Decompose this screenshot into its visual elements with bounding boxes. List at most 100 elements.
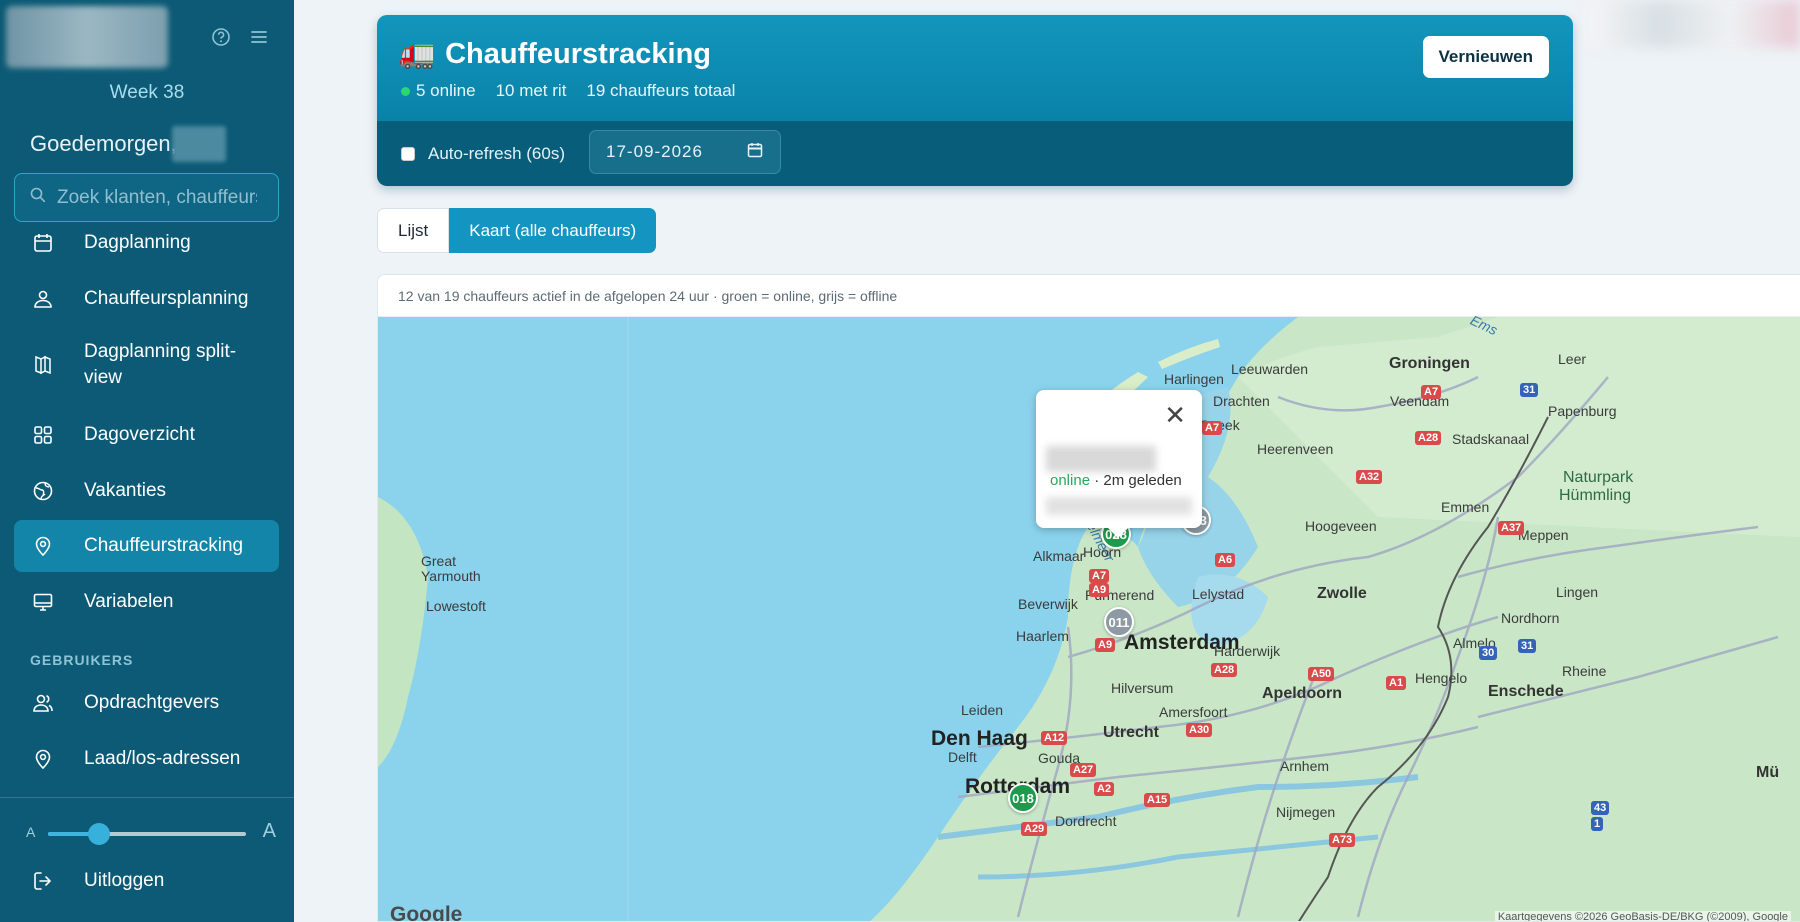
place-label: Utrecht — [1103, 724, 1160, 741]
calendar-icon[interactable] — [746, 141, 764, 164]
sidebar-item-label: Chauffeursplanning — [84, 288, 249, 309]
highway-badge: A29 — [1021, 822, 1048, 836]
logout-icon — [30, 868, 56, 894]
place-label: Lowestoft — [426, 598, 486, 614]
date-picker[interactable]: 17-09-2026 — [589, 130, 781, 174]
place-label: Hilversum — [1111, 680, 1174, 696]
search-input[interactable] — [57, 186, 257, 209]
place-label: Delft — [948, 749, 977, 765]
place-label: Harlingen — [1164, 371, 1224, 387]
highway-badge: 31 — [1520, 383, 1539, 397]
highway-badge: A50 — [1308, 667, 1335, 681]
user-account-area[interactable] — [1590, 0, 1800, 48]
highway-badge: A30 — [1186, 723, 1213, 737]
highway-badge: A6 — [1215, 553, 1236, 567]
sidebar-item-dagplanning[interactable]: Dagplanning — [14, 220, 279, 266]
location-pin-icon — [30, 746, 56, 772]
sidebar-item-label: Variabelen — [84, 591, 174, 612]
user-name — [172, 126, 226, 162]
sidebar-item-label: Laad/los-adressen — [84, 748, 241, 769]
place-label: Nijmegen — [1276, 804, 1336, 820]
place-label: Hengelo — [1415, 670, 1468, 686]
search-icon — [29, 186, 47, 209]
auto-refresh-label: Auto-refresh (60s) — [428, 143, 565, 163]
place-label: Beverwijk — [1018, 596, 1078, 612]
menu-icon[interactable] — [248, 26, 270, 48]
driver-status: online · 2m geleden — [1050, 472, 1182, 489]
highway-badge: A73 — [1329, 833, 1356, 847]
highway-badge: A12 — [1041, 731, 1068, 745]
refresh-button[interactable]: Vernieuwen — [1422, 36, 1549, 78]
tab-kaart[interactable]: Kaart (alle chauffeurs) — [449, 208, 657, 253]
stat-online: 5 online — [401, 81, 476, 101]
place-label: Lingen — [1556, 584, 1599, 600]
company-logo[interactable] — [6, 6, 168, 68]
highway-badge: A28 — [1415, 431, 1442, 445]
divider — [0, 797, 294, 798]
place-label: Stadskanaal — [1452, 431, 1530, 447]
driver-marker[interactable]: 011 — [1104, 607, 1134, 637]
place-label: Leer — [1558, 351, 1587, 367]
slider-handle[interactable] — [88, 823, 111, 845]
place-label: Haarlem — [1016, 628, 1069, 644]
sidebar-item-chauffeurstracking[interactable]: Chauffeurstracking — [14, 520, 279, 572]
globe-icon — [30, 478, 56, 504]
place-label: Meppen — [1518, 527, 1569, 543]
slider-track[interactable] — [48, 823, 246, 845]
grid-icon — [30, 422, 56, 448]
stat-total: 19 chauffeurs totaal — [586, 81, 736, 100]
highway-badge: 30 — [1479, 646, 1498, 660]
place-label: Lelystad — [1192, 586, 1245, 602]
driver-detail — [1046, 497, 1192, 515]
place-label: Emmen — [1441, 499, 1490, 515]
stat-online-text: 5 online — [416, 81, 476, 100]
driver-name — [1046, 446, 1156, 472]
sidebar-item-dagoverzicht[interactable]: Dagoverzicht — [14, 412, 279, 458]
help-icon[interactable] — [210, 26, 232, 48]
sidebar-item-opdrachtgevers[interactable]: Opdrachtgevers — [14, 680, 279, 726]
location-pin-icon — [30, 533, 56, 559]
place-label: Arnhem — [1280, 758, 1330, 774]
place-label: Leeuwarden — [1231, 361, 1309, 377]
highway-badge: A7 — [1089, 569, 1110, 583]
logout-button[interactable]: Uitloggen — [14, 858, 279, 904]
font-size-slider[interactable]: A A — [26, 820, 276, 846]
highway-badge: A15 — [1144, 793, 1171, 807]
driver-popup: ✕ online · 2m geleden — [1036, 390, 1202, 538]
highway-badge: A9 — [1095, 638, 1116, 652]
sidebar-item-label: Dagoverzicht — [84, 424, 195, 445]
place-label: Drachten — [1213, 393, 1270, 409]
highway-badge: A9 — [1089, 583, 1110, 597]
close-icon[interactable]: ✕ — [1164, 402, 1186, 428]
highway-badge: A28 — [1211, 663, 1238, 677]
map-info-text: 12 van 19 chauffeurs actief in de afgelo… — [378, 275, 1800, 317]
stat-with-trip: 10 met rit — [495, 81, 567, 100]
sidebar-item-split-view[interactable]: Dagplanning split-view — [14, 332, 279, 398]
search-box[interactable] — [14, 173, 279, 222]
highway-badge: A37 — [1498, 521, 1525, 535]
sidebar-item-vakanties[interactable]: Vakanties — [14, 468, 279, 514]
place-label: Mü — [1756, 764, 1780, 781]
auto-refresh-checkbox[interactable] — [401, 146, 415, 161]
section-header-users: GEBRUIKERS — [30, 652, 134, 668]
sidebar-item-variabelen[interactable]: Variabelen — [14, 579, 279, 625]
sidebar-item-label: Dagplanning — [84, 232, 191, 253]
place-label: Leiden — [961, 702, 1004, 718]
map-copyright[interactable]: Kaartgegevens ©2026 GeoBasis-DE/BKG (©20… — [1494, 911, 1791, 921]
split-view-icon — [30, 352, 56, 378]
monitor-icon — [30, 589, 56, 615]
place-label: Hümmling — [1559, 487, 1632, 504]
map-view[interactable]: Groningen Leeuwarden Harlingen Drachten … — [378, 312, 1800, 921]
sidebar-item-label: Dagplanning split-view — [84, 341, 237, 388]
sidebar-item-chauffeursplanning[interactable]: Chauffeursplanning — [14, 276, 279, 322]
highway-badge: A7 — [1202, 421, 1223, 435]
tab-lijst[interactable]: Lijst — [377, 208, 450, 253]
driver-marker[interactable]: 018 — [1008, 783, 1038, 813]
place-label: Alkmaar — [1033, 548, 1085, 564]
place-label: Harderwijk — [1214, 643, 1281, 659]
highway-badge: 43 — [1591, 801, 1610, 815]
place-label: Rheine — [1562, 663, 1607, 679]
sidebar-item-laad-los-adressen[interactable]: Laad/los-adressen — [14, 736, 279, 782]
place-label: Great — [421, 553, 457, 569]
place-label: Nordhorn — [1501, 610, 1560, 626]
